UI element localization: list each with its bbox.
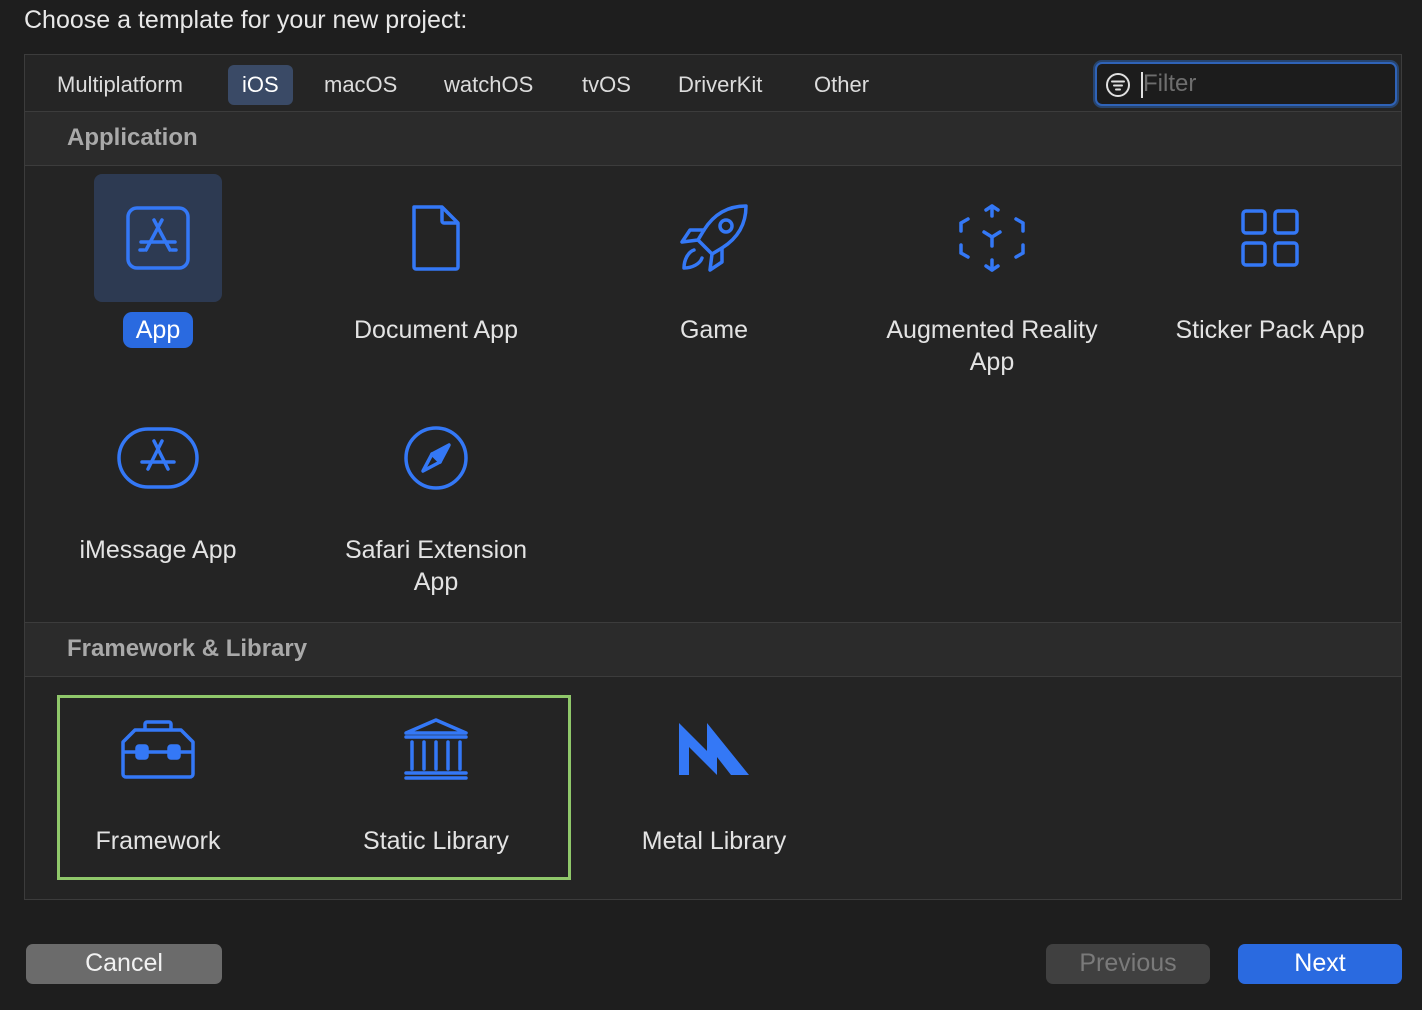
tab-ios[interactable]: iOS — [228, 65, 293, 105]
template-game[interactable]: Game — [586, 174, 842, 348]
next-button[interactable]: Next — [1238, 944, 1402, 984]
template-label: Static Library — [363, 827, 509, 855]
compass-icon — [372, 394, 500, 522]
template-label: Safari Extension App — [344, 536, 528, 596]
template-framework[interactable]: Framework — [30, 685, 286, 859]
tab-tvos[interactable]: tvOS — [568, 65, 645, 105]
toolbox-icon — [94, 685, 222, 813]
template-imessage-app[interactable]: iMessage App — [30, 394, 286, 568]
tab-macos[interactable]: macOS — [310, 65, 411, 105]
platform-tab-bar: Multiplatform iOS macOS watchOS tvOS Dri… — [25, 55, 1401, 111]
template-panel: Multiplatform iOS macOS watchOS tvOS Dri… — [24, 54, 1402, 900]
section-header-application: Application — [25, 111, 1401, 166]
template-document-app[interactable]: Document App — [308, 174, 564, 348]
rocket-icon — [650, 174, 778, 302]
previous-button[interactable]: Previous — [1046, 944, 1210, 984]
template-safari-extension-app[interactable]: Safari Extension App — [308, 394, 564, 600]
imessage-app-icon — [94, 394, 222, 522]
template-augmented-reality-app[interactable]: Augmented Reality App — [864, 174, 1120, 380]
template-label: Document App — [354, 316, 518, 344]
template-label: Metal Library — [641, 827, 787, 855]
ar-cube-icon — [928, 174, 1056, 302]
template-label: iMessage App — [79, 536, 237, 564]
filter-input[interactable] — [1143, 68, 1383, 100]
template-label: Augmented Reality App — [886, 316, 1098, 376]
tab-driverkit[interactable]: DriverKit — [664, 65, 776, 105]
tab-watchos[interactable]: watchOS — [430, 65, 547, 105]
document-icon — [372, 174, 500, 302]
section-title: Application — [67, 124, 198, 151]
template-static-library[interactable]: Static Library — [308, 685, 564, 859]
filter-icon — [1105, 72, 1131, 103]
template-app[interactable]: App — [30, 174, 286, 348]
page-heading: Choose a template for your new project: — [24, 6, 468, 34]
template-label: App — [122, 312, 194, 348]
cancel-button[interactable]: Cancel — [26, 944, 222, 984]
metal-icon — [650, 685, 778, 813]
template-metal-library[interactable]: Metal Library — [586, 685, 842, 859]
template-sticker-pack-app[interactable]: Sticker Pack App — [1142, 174, 1398, 348]
section-header-framework-library: Framework & Library — [25, 622, 1401, 677]
filter-field[interactable] — [1095, 62, 1397, 106]
section-title: Framework & Library — [67, 635, 308, 662]
template-label: Sticker Pack App — [1175, 316, 1365, 344]
tab-multiplatform[interactable]: Multiplatform — [43, 65, 197, 105]
template-label: Game — [679, 316, 749, 344]
tab-other[interactable]: Other — [800, 65, 883, 105]
library-building-icon — [372, 685, 500, 813]
template-label: Framework — [95, 827, 221, 855]
app-store-icon — [94, 174, 222, 302]
grid-icon — [1206, 174, 1334, 302]
